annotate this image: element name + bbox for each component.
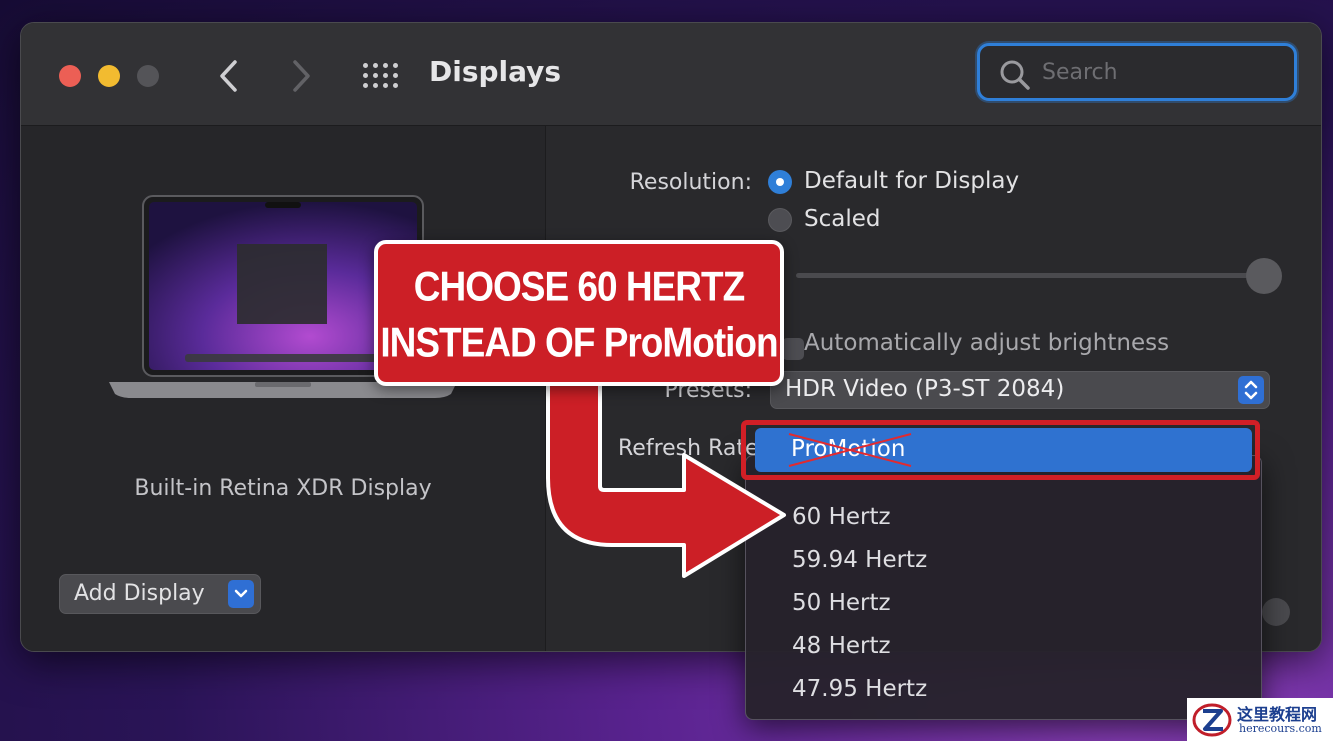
watermark: 这里教程网 herecours.com <box>1187 698 1333 741</box>
site-logo-icon <box>1192 703 1232 737</box>
callout-line-1: CHOOSE 60 HERTZ <box>413 263 745 310</box>
callout-line-2: INSTEAD OF ProMotion <box>380 319 778 366</box>
annotation-callout: CHOOSE 60 HERTZ INSTEAD OF ProMotion <box>374 240 784 386</box>
watermark-subtitle: herecours.com <box>1239 722 1322 735</box>
